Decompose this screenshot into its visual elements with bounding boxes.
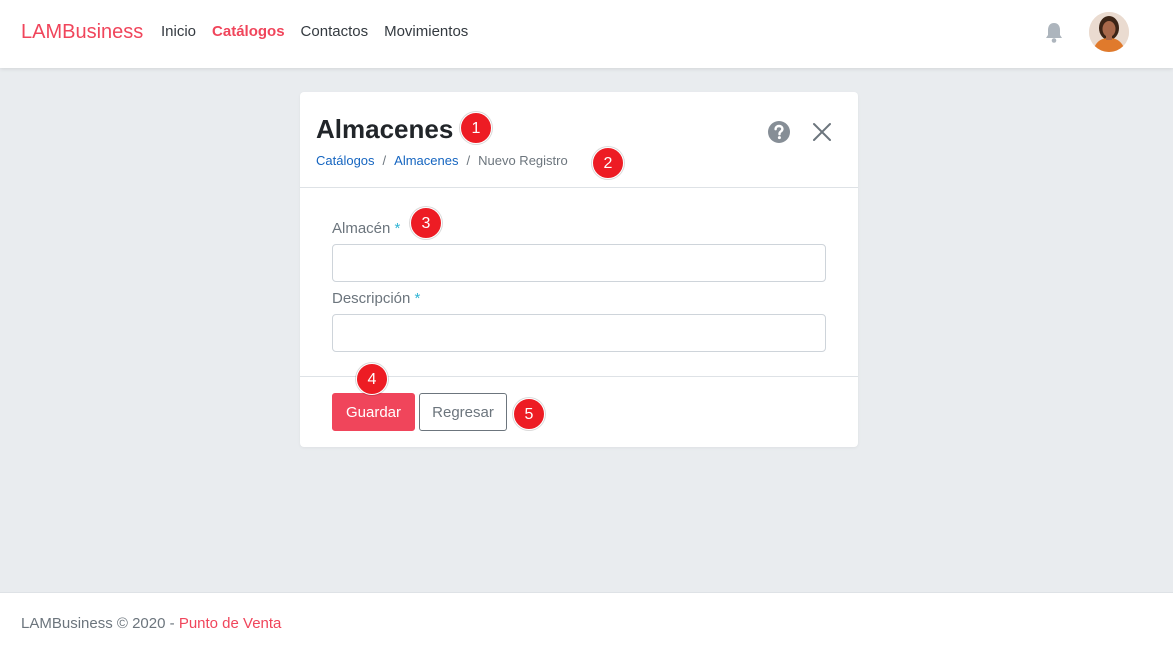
almacen-input[interactable] <box>332 244 826 282</box>
close-icon[interactable] <box>810 120 834 144</box>
back-button[interactable]: Regresar <box>419 393 507 431</box>
descripcion-label-text: Descripción <box>332 290 411 307</box>
brand-logo-link[interactable]: LAMBusiness <box>21 21 143 44</box>
main-nav: Inicio Catálogos Contactos Movimientos <box>161 23 468 40</box>
copyright-text: LAMBusiness © 2020 - <box>21 615 175 632</box>
page-footer: LAMBusiness © 2020 - Punto de Venta <box>0 592 1173 647</box>
breadcrumb-separator: / <box>466 153 471 168</box>
annotation-marker-1: 1 <box>460 112 492 144</box>
bell-icon[interactable] <box>1044 22 1064 44</box>
question-circle-icon[interactable] <box>767 120 791 144</box>
save-button[interactable]: Guardar <box>332 393 415 431</box>
annotation-marker-4: 4 <box>356 363 388 395</box>
page-title: Almacenes <box>316 114 454 144</box>
breadcrumb-catalogos[interactable]: Catálogos <box>316 153 375 168</box>
new-record-card: Almacenes Catálogos / Almacenes / Nuevo … <box>300 92 858 447</box>
avatar[interactable] <box>1089 12 1129 52</box>
footer-text: LAMBusiness © 2020 - Punto de Venta <box>21 615 281 632</box>
nav-item-movimientos[interactable]: Movimientos <box>384 23 468 40</box>
annotation-marker-5: 5 <box>513 398 545 430</box>
breadcrumb-current: Nuevo Registro <box>478 153 568 168</box>
breadcrumb-almacenes[interactable]: Almacenes <box>394 153 458 168</box>
breadcrumb: Catálogos / Almacenes / Nuevo Registro <box>316 153 568 168</box>
descripcion-label: Descripción * <box>332 290 420 307</box>
almacen-label-text: Almacén <box>332 220 391 237</box>
nav-item-contactos[interactable]: Contactos <box>301 23 369 40</box>
top-navbar: LAMBusiness Inicio Catálogos Contactos M… <box>0 0 1173 68</box>
descripcion-input[interactable] <box>332 314 826 352</box>
required-indicator: * <box>414 290 421 307</box>
card-header: Almacenes Catálogos / Almacenes / Nuevo … <box>300 92 858 188</box>
required-indicator: * <box>394 220 401 237</box>
footer-link-punto-de-venta[interactable]: Punto de Venta <box>179 615 282 632</box>
annotation-marker-3: 3 <box>410 207 442 239</box>
breadcrumb-separator: / <box>382 153 387 168</box>
nav-item-catalogos[interactable]: Catálogos <box>212 23 285 40</box>
nav-item-inicio[interactable]: Inicio <box>161 23 196 40</box>
annotation-marker-2: 2 <box>592 147 624 179</box>
almacen-label: Almacén * <box>332 220 400 237</box>
